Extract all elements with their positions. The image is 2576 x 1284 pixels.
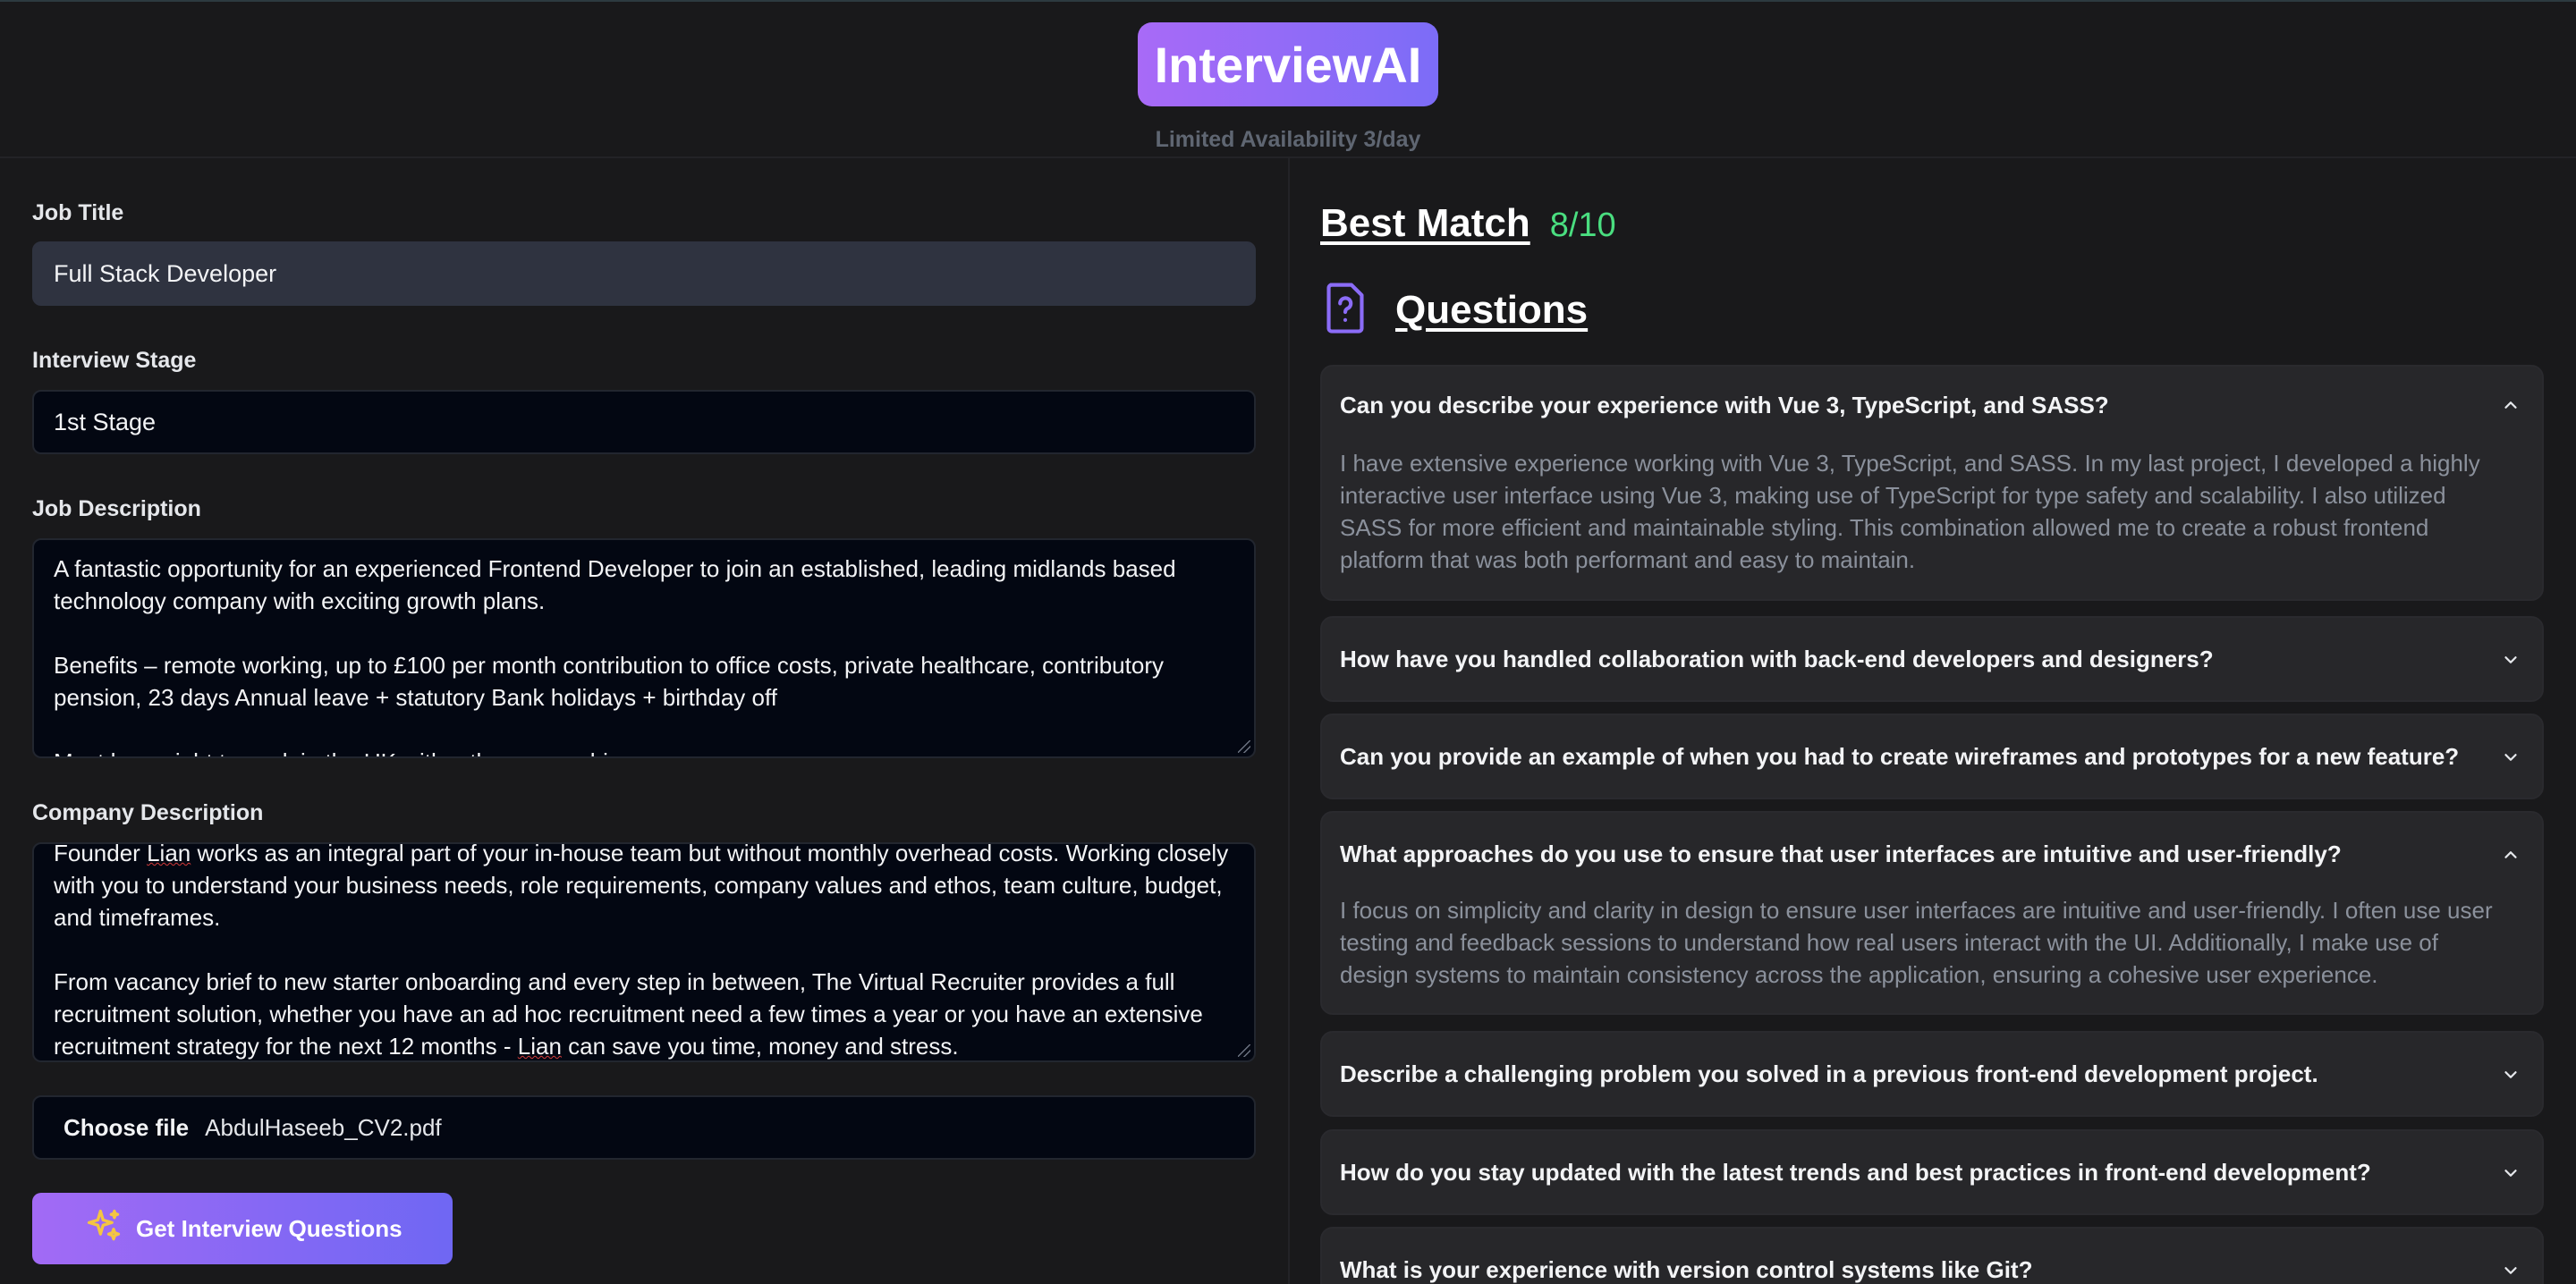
- question-accordion[interactable]: How do you stay updated with the latest …: [1320, 1129, 2544, 1215]
- job-title-input[interactable]: Full Stack Developer: [32, 241, 1256, 306]
- header: InterviewAI Limited Availability 3/day: [0, 2, 2576, 158]
- question-text[interactable]: Can you describe your experience with Vu…: [1340, 389, 2488, 421]
- question-text[interactable]: What is your experience with version con…: [1340, 1254, 2488, 1284]
- file-question-icon: [1320, 281, 1370, 339]
- question-text[interactable]: Describe a challenging problem you solve…: [1340, 1058, 2488, 1090]
- job-description-paragraph: A fantastic opportunity for an experienc…: [54, 555, 1182, 614]
- questions-heading-row: Questions: [1320, 281, 1588, 339]
- question-accordion[interactable]: How have you handled collaboration with …: [1320, 616, 2544, 702]
- get-interview-questions-button[interactable]: Get Interview Questions: [32, 1193, 453, 1264]
- best-match-title: Best Match: [1320, 201, 1530, 245]
- question-accordion[interactable]: What approaches do you use to ensure tha…: [1320, 811, 2544, 1015]
- app-logo[interactable]: InterviewAI: [1138, 22, 1438, 106]
- chevron-down-icon[interactable]: [2501, 650, 2521, 670]
- results-panel: Best Match 8/10 Questions Can you descri…: [1320, 158, 2544, 1284]
- availability-notice: Limited Availability 3/day: [1155, 127, 1421, 152]
- interview-form: Job Title Full Stack Developer Interview…: [32, 158, 1256, 1284]
- company-description-textarea[interactable]: Founder Lian works as an integral part o…: [32, 842, 1256, 1062]
- question-accordion[interactable]: Can you provide an example of when you h…: [1320, 714, 2544, 799]
- app-page: InterviewAI Limited Availability 3/day J…: [0, 0, 2576, 1284]
- answer-text: I focus on simplicity and clarity in des…: [1340, 897, 2493, 988]
- selected-file-name: AbdulHaseeb_CV2.pdf: [205, 1113, 442, 1141]
- sparkles-icon: [84, 1206, 136, 1252]
- best-match-score: 8/10: [1549, 207, 1616, 244]
- chevron-up-icon[interactable]: [2501, 395, 2521, 415]
- interview-stage-label: Interview Stage: [32, 348, 197, 373]
- cv-file-input[interactable]: Choose file AbdulHaseeb_CV2.pdf: [32, 1095, 1256, 1160]
- job-description-paragraph: Benefits – remote working, up to £100 pe…: [54, 652, 1171, 711]
- job-description-paragraph: Must have right to work in the UK withou…: [54, 746, 1234, 756]
- chevron-up-icon[interactable]: [2501, 845, 2521, 865]
- question-text[interactable]: How do you stay updated with the latest …: [1340, 1156, 2488, 1188]
- interview-stage-input[interactable]: 1st Stage: [32, 390, 1256, 454]
- job-description-textarea[interactable]: A fantastic opportunity for an experienc…: [32, 538, 1256, 758]
- best-match-row: Best Match 8/10: [1320, 201, 1616, 246]
- chevron-down-icon[interactable]: [2501, 1163, 2521, 1183]
- answer-text: I have extensive experience working with…: [1340, 450, 2480, 573]
- resize-handle[interactable]: [1238, 1044, 1250, 1057]
- question-text[interactable]: How have you handled collaboration with …: [1340, 643, 2488, 675]
- job-description-label: Job Description: [32, 496, 201, 521]
- chevron-down-icon[interactable]: [2501, 1261, 2521, 1280]
- question-accordion[interactable]: Can you describe your experience with Vu…: [1320, 365, 2544, 601]
- chevron-down-icon[interactable]: [2501, 748, 2521, 767]
- company-description-paragraph: Founder Lian works as an integral part o…: [54, 842, 1235, 931]
- panel-divider: [1288, 158, 1290, 1284]
- resize-handle[interactable]: [1238, 740, 1250, 753]
- choose-file-button[interactable]: Choose file: [64, 1114, 189, 1142]
- company-description-label: Company Description: [32, 800, 264, 825]
- question-accordion[interactable]: What is your experience with version con…: [1320, 1227, 2544, 1284]
- question-accordion[interactable]: Describe a challenging problem you solve…: [1320, 1031, 2544, 1117]
- company-description-paragraph: From vacancy brief to new starter onboar…: [54, 968, 1210, 1060]
- question-text[interactable]: What approaches do you use to ensure tha…: [1340, 838, 2488, 870]
- job-title-label: Job Title: [32, 200, 124, 225]
- questions-title: Questions: [1395, 287, 1589, 332]
- submit-label: Get Interview Questions: [136, 1214, 402, 1242]
- chevron-down-icon[interactable]: [2501, 1065, 2521, 1085]
- question-text[interactable]: Can you provide an example of when you h…: [1340, 740, 2488, 773]
